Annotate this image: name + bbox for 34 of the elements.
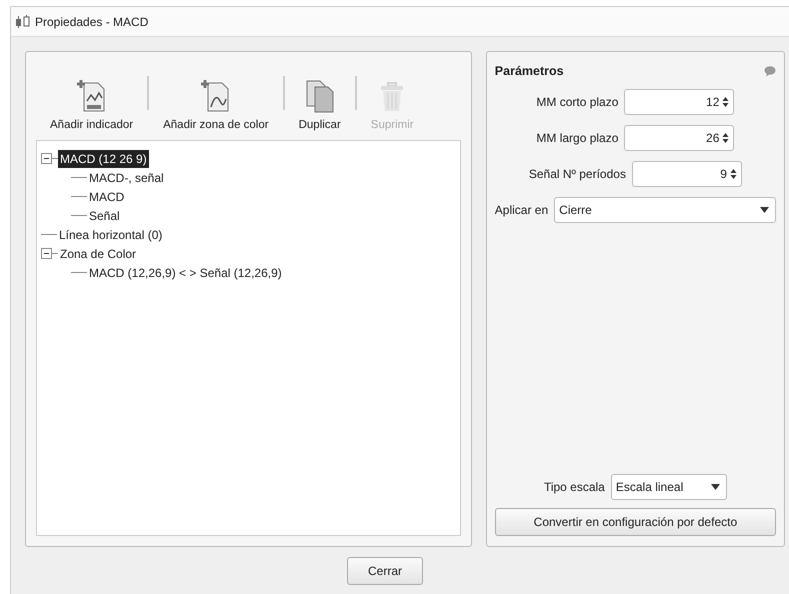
tree-item[interactable]: MACD (12 26 9) — [58, 150, 149, 168]
field-label: MM largo plazo — [536, 130, 618, 147]
tree-item[interactable]: Señal — [87, 206, 122, 224]
zone-tool-button[interactable]: Añadir zona de color — [157, 78, 275, 134]
number-field[interactable]: 26 — [624, 124, 734, 151]
tree-item[interactable]: Zona de Color — [58, 244, 138, 262]
spinner-arrows-icon[interactable] — [722, 96, 730, 108]
copy-icon — [304, 78, 336, 113]
tree-item[interactable]: MACD (12,26,9) < > Señal (12,26,9) — [87, 264, 284, 282]
number-field[interactable]: 12 — [624, 88, 734, 115]
expander-icon[interactable] — [41, 248, 52, 259]
number-field[interactable]: 9 — [632, 160, 742, 187]
caret-icon — [760, 206, 769, 213]
field-label: Tipo escala — [544, 479, 605, 496]
default-settings-button[interactable]: Convertir en configuración por defecto — [494, 508, 776, 536]
duplicate-tool-button[interactable]: Duplicar — [292, 78, 347, 134]
candlestick-icon — [15, 14, 31, 28]
close-button[interactable]: Cerrar — [347, 557, 423, 585]
field-label: Señal Nº períodos — [528, 166, 626, 183]
dropdown[interactable]: Cierre — [554, 196, 776, 223]
window-title: Propiedades - MACD — [35, 14, 148, 30]
tree-item[interactable]: MACD-, señal — [87, 168, 166, 186]
dropdown[interactable]: Escala lineal — [610, 474, 727, 500]
caret-icon — [710, 484, 720, 490]
speech-bubble-icon — [764, 66, 776, 77]
panel-title: Parámetros — [494, 63, 564, 80]
tree-item[interactable]: MACD — [87, 188, 126, 206]
field-label: MM corto plazo — [536, 94, 618, 111]
tree-item[interactable]: Línea horizontal (0) — [57, 226, 164, 244]
indicator-tool-button[interactable]: Añadir indicador — [44, 78, 140, 134]
expander-icon[interactable] — [41, 153, 52, 164]
spinner-arrows-icon[interactable] — [722, 132, 730, 144]
field-label: Aplicar en — [494, 202, 548, 219]
spinner-arrows-icon[interactable] — [730, 168, 737, 180]
